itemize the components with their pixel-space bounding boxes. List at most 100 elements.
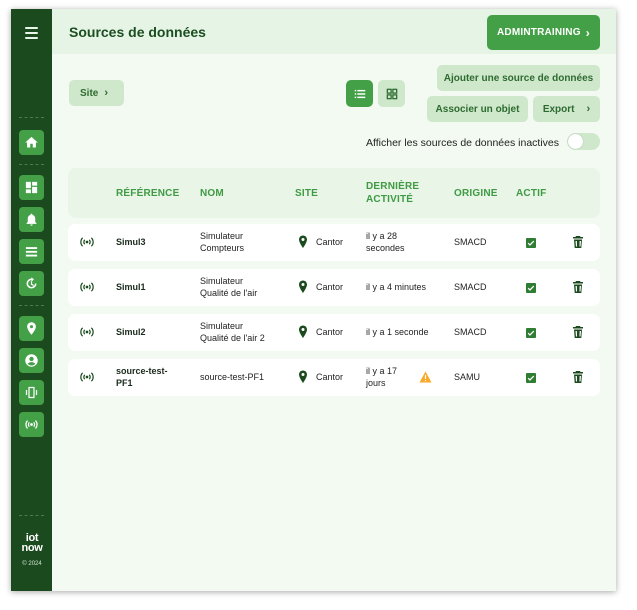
- inactive-toggle-label: Afficher les sources de données inactive…: [366, 137, 559, 149]
- sidebar-divider: [19, 515, 44, 516]
- user-menu-button[interactable]: ADMINTRAINING ›: [487, 15, 600, 50]
- row-last-activity-line1: il y a 28: [366, 231, 398, 241]
- associate-object-button[interactable]: Associer un objet: [427, 96, 528, 122]
- app-window: iot now © 2024 Sources de données ADMINT…: [11, 9, 616, 591]
- row-site[interactable]: Cantor: [316, 326, 343, 338]
- checkmark-icon: [527, 330, 535, 336]
- active-checkbox[interactable]: [526, 373, 536, 383]
- location-pin-icon: [299, 325, 307, 338]
- table-header: RÉFÉRENCE NOM SITE DERNIÈRE ACTIVITÉ ORI…: [68, 168, 600, 218]
- row-site[interactable]: Cantor: [316, 371, 343, 383]
- checkmark-icon: [527, 240, 535, 246]
- delete-icon[interactable]: [572, 325, 584, 339]
- sidebar-item-list[interactable]: [19, 239, 44, 264]
- row-last-activity-line2: secondes: [366, 243, 405, 253]
- signal-icon: [80, 327, 94, 337]
- sidebar-item-locations[interactable]: [19, 316, 44, 341]
- location-pin-icon: [299, 235, 307, 248]
- list-icon: [25, 247, 38, 257]
- location-pin-icon: [299, 280, 307, 293]
- sidebar-item-users[interactable]: [19, 348, 44, 373]
- row-name-line2: Qualité de l'air 2: [200, 333, 265, 343]
- active-checkbox[interactable]: [526, 238, 536, 248]
- column-header-origin[interactable]: ORIGINE: [454, 187, 498, 200]
- row-site[interactable]: Cantor: [316, 281, 343, 293]
- column-header-active[interactable]: ACTIF: [516, 187, 546, 200]
- checkmark-icon: [527, 285, 535, 291]
- bell-icon: [26, 213, 37, 226]
- account-icon: [25, 354, 38, 367]
- active-checkbox[interactable]: [526, 328, 536, 338]
- column-header-site[interactable]: SITE: [295, 187, 318, 200]
- table-row[interactable]: Simul2 Simulateur Qualité de l'air 2 Can…: [68, 314, 600, 351]
- row-last-activity: il y a 4 minutes: [366, 282, 427, 292]
- sidebar-item-alerts[interactable]: [19, 207, 44, 232]
- location-pin-icon: [299, 370, 307, 383]
- sidebar-divider: [19, 117, 44, 118]
- row-reference[interactable]: Simul2: [116, 326, 146, 338]
- column-header-last-activity[interactable]: DERNIÈRE ACTIVITÉ: [366, 180, 419, 206]
- menu-icon[interactable]: [25, 27, 38, 39]
- toggle-knob: [568, 134, 583, 149]
- column-header-name[interactable]: NOM: [200, 187, 224, 200]
- signal-icon: [80, 282, 94, 292]
- row-reference[interactable]: Simul3: [116, 236, 146, 248]
- row-origin: SMACD: [454, 327, 487, 337]
- site-filter-label: Site: [80, 87, 99, 99]
- table-row[interactable]: Simul1 Simulateur Qualité de l'air Canto…: [68, 269, 600, 306]
- row-name: Simulateur Qualité de l'air: [200, 275, 257, 299]
- sidebar: iot now © 2024: [11, 9, 52, 591]
- row-origin: SMACD: [454, 282, 487, 292]
- brand-logo: iot now: [17, 533, 47, 554]
- logo-line-2: now: [21, 542, 43, 554]
- delete-icon[interactable]: [572, 370, 584, 384]
- sidebar-item-history[interactable]: [19, 271, 44, 296]
- row-name-line1: Simulateur: [200, 321, 244, 331]
- main-content: Sources de données ADMINTRAINING › Site …: [52, 9, 616, 591]
- grid-view-button[interactable]: [378, 80, 405, 107]
- copyright-text: © 2024: [22, 561, 42, 567]
- sidebar-item-devices[interactable]: [19, 380, 44, 405]
- inactive-sources-toggle[interactable]: [567, 133, 600, 150]
- list-view-button[interactable]: [346, 80, 373, 107]
- column-header-last-activity-line1: DERNIÈRE: [366, 181, 420, 192]
- list-view-icon: [354, 89, 365, 98]
- row-name: Simulateur Qualité de l'air 2: [200, 320, 265, 344]
- row-site[interactable]: Cantor: [316, 236, 343, 248]
- warning-icon: [419, 371, 432, 383]
- table-row[interactable]: source-test- PF1 source-test-PF1 Cantor …: [68, 359, 600, 396]
- table-row[interactable]: Simul3 Simulateur Compteurs Cantor il y …: [68, 224, 600, 261]
- column-header-last-activity-line2: ACTIVITÉ: [366, 194, 414, 205]
- sidebar-item-home[interactable]: [19, 130, 44, 155]
- export-button[interactable]: Export ›: [533, 96, 600, 122]
- row-origin: SMACD: [454, 237, 487, 247]
- active-checkbox[interactable]: [526, 283, 536, 293]
- add-data-source-button[interactable]: Ajouter une source de données: [437, 65, 600, 91]
- column-header-reference[interactable]: RÉFÉRENCE: [116, 187, 179, 200]
- sidebar-item-dashboard[interactable]: [19, 175, 44, 200]
- row-last-activity-line2: jours: [366, 378, 386, 388]
- row-name: source-test-PF1: [200, 372, 265, 382]
- row-name: Simulateur Compteurs: [200, 230, 244, 254]
- row-reference-line1: source-test-: [116, 366, 168, 376]
- chevron-right-icon: ›: [104, 87, 109, 99]
- row-reference[interactable]: source-test- PF1: [116, 365, 168, 389]
- row-reference[interactable]: Simul1: [116, 281, 146, 293]
- device-vibrate-icon: [25, 386, 38, 399]
- chevron-right-icon: ›: [585, 26, 590, 40]
- sidebar-item-data-sources[interactable]: [19, 412, 44, 437]
- row-name-line2: Qualité de l'air: [200, 288, 258, 298]
- grid-view-icon: [386, 88, 397, 99]
- checkmark-icon: [527, 375, 535, 381]
- row-name-line1: Simulateur: [200, 276, 244, 286]
- export-label: Export: [542, 103, 575, 115]
- row-last-activity-line1: il y a 17: [366, 366, 398, 376]
- location-pin-icon: [27, 322, 36, 335]
- site-filter-button[interactable]: Site ›: [69, 80, 124, 106]
- delete-icon[interactable]: [572, 280, 584, 294]
- row-name-line1: Simulateur: [200, 231, 244, 241]
- home-icon: [25, 136, 38, 148]
- top-bar: Sources de données ADMINTRAINING ›: [52, 9, 616, 54]
- delete-icon[interactable]: [572, 235, 584, 249]
- signal-icon: [80, 372, 94, 382]
